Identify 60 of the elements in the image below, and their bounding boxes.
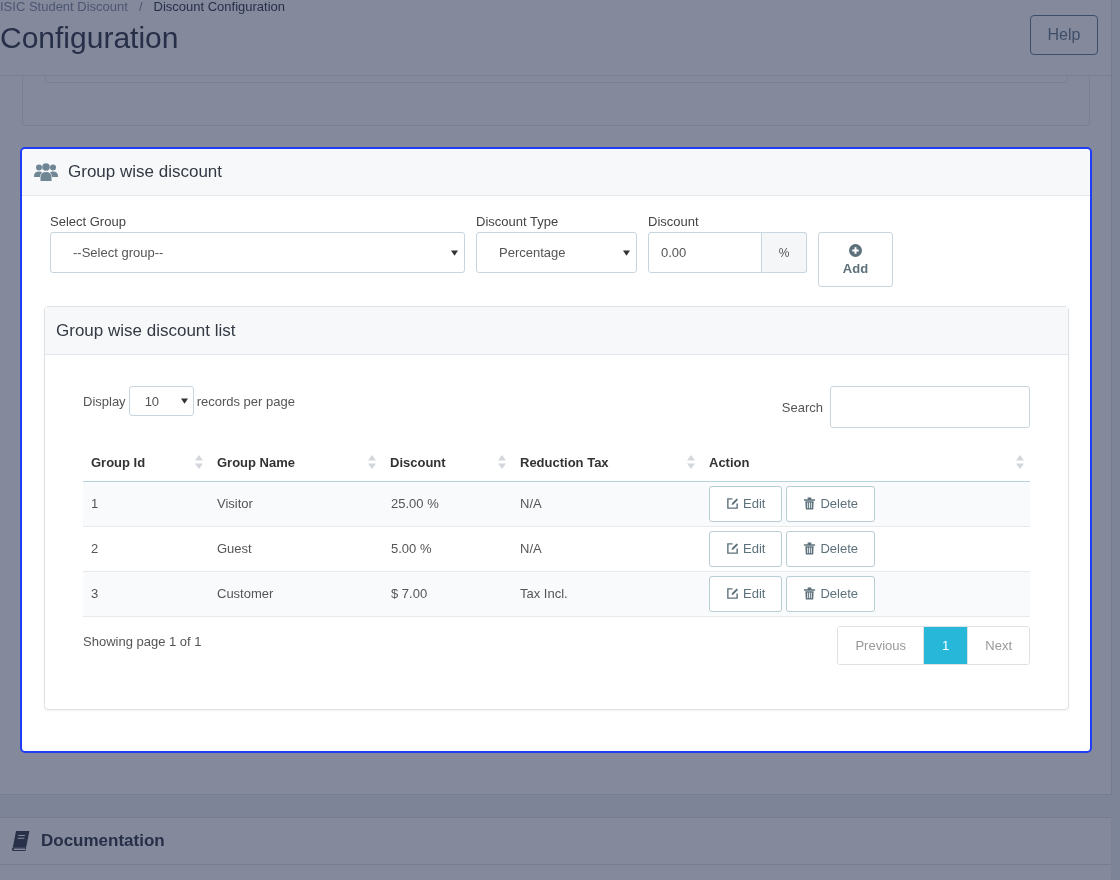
field-label: Discount xyxy=(648,214,699,229)
edit-button[interactable]: Edit xyxy=(709,530,783,567)
column-header[interactable]: Group Name xyxy=(209,444,382,481)
table-cell: 1 xyxy=(91,496,99,511)
table-cell: Visitor xyxy=(217,496,253,511)
records-per-page-label: records per page xyxy=(196,393,295,409)
delete-button[interactable]: Delete xyxy=(786,575,875,612)
table-cell: 5.00 % xyxy=(391,541,432,556)
edit-button[interactable]: Edit xyxy=(709,575,783,612)
discount-type-select[interactable]: Percentage xyxy=(476,232,637,273)
table-cell: 25.00 % xyxy=(391,496,439,511)
page-info: Showing page 1 of 1 xyxy=(83,633,202,649)
card-title: Group wise discount list xyxy=(56,320,236,341)
search-field[interactable] xyxy=(830,386,1030,428)
sort-arrows-icon xyxy=(498,455,506,470)
column-header[interactable]: Reduction Tax xyxy=(512,444,701,481)
trash-icon xyxy=(803,587,817,600)
book-icon xyxy=(11,830,30,851)
panel-title: Group wise discount xyxy=(68,162,223,182)
caret-icon xyxy=(623,249,630,256)
sort-arrows-icon xyxy=(195,455,203,470)
delete-button[interactable]: Delete xyxy=(786,530,875,567)
sort-arrows-icon xyxy=(1016,455,1024,470)
table-cell: $ 7.00 xyxy=(391,586,428,601)
page-length-select[interactable]: 10 xyxy=(128,386,194,416)
caret-icon xyxy=(180,398,188,404)
table-cell: 3 xyxy=(91,586,99,601)
table-cell: N/A xyxy=(520,496,542,511)
pencil-square-icon xyxy=(726,542,739,555)
trash-icon xyxy=(803,497,817,510)
plus-circle-icon xyxy=(849,243,862,257)
users-icon xyxy=(34,163,58,181)
pencil-square-icon xyxy=(726,587,739,600)
table-cell: Customer xyxy=(217,586,274,601)
table-cell: Tax Incl. xyxy=(520,586,568,601)
field-label: Discount Type xyxy=(476,214,559,229)
table-cell: Guest xyxy=(217,541,252,556)
table-cell: 2 xyxy=(91,541,99,556)
column-header[interactable]: Discount xyxy=(382,444,512,481)
table-cell: N/A xyxy=(520,541,542,556)
page-title: Configuration xyxy=(0,20,179,56)
breadcrumb-item: Discount Configuration xyxy=(153,0,286,14)
display-label: Display xyxy=(83,393,126,409)
pencil-square-icon xyxy=(726,497,739,510)
breadcrumb-separator: / xyxy=(138,0,143,14)
sort-arrows-icon xyxy=(368,455,376,470)
discount-input[interactable]: 0.00 xyxy=(648,232,762,273)
caret-icon xyxy=(451,249,458,256)
add-button[interactable]: Add xyxy=(818,232,893,287)
field-label: Select Group xyxy=(50,214,126,229)
column-header[interactable]: Action xyxy=(701,444,1030,481)
percent-addon: % xyxy=(762,232,807,273)
group-select[interactable]: --Select group-- xyxy=(50,232,465,273)
search-label: Search xyxy=(781,399,823,415)
column-header[interactable]: Group Id xyxy=(83,444,209,481)
documentation-title: Documentation xyxy=(41,830,165,851)
trash-icon xyxy=(803,542,817,555)
delete-button[interactable]: Delete xyxy=(786,485,875,522)
edit-button[interactable]: Edit xyxy=(709,485,783,522)
sort-arrows-icon xyxy=(687,455,695,470)
